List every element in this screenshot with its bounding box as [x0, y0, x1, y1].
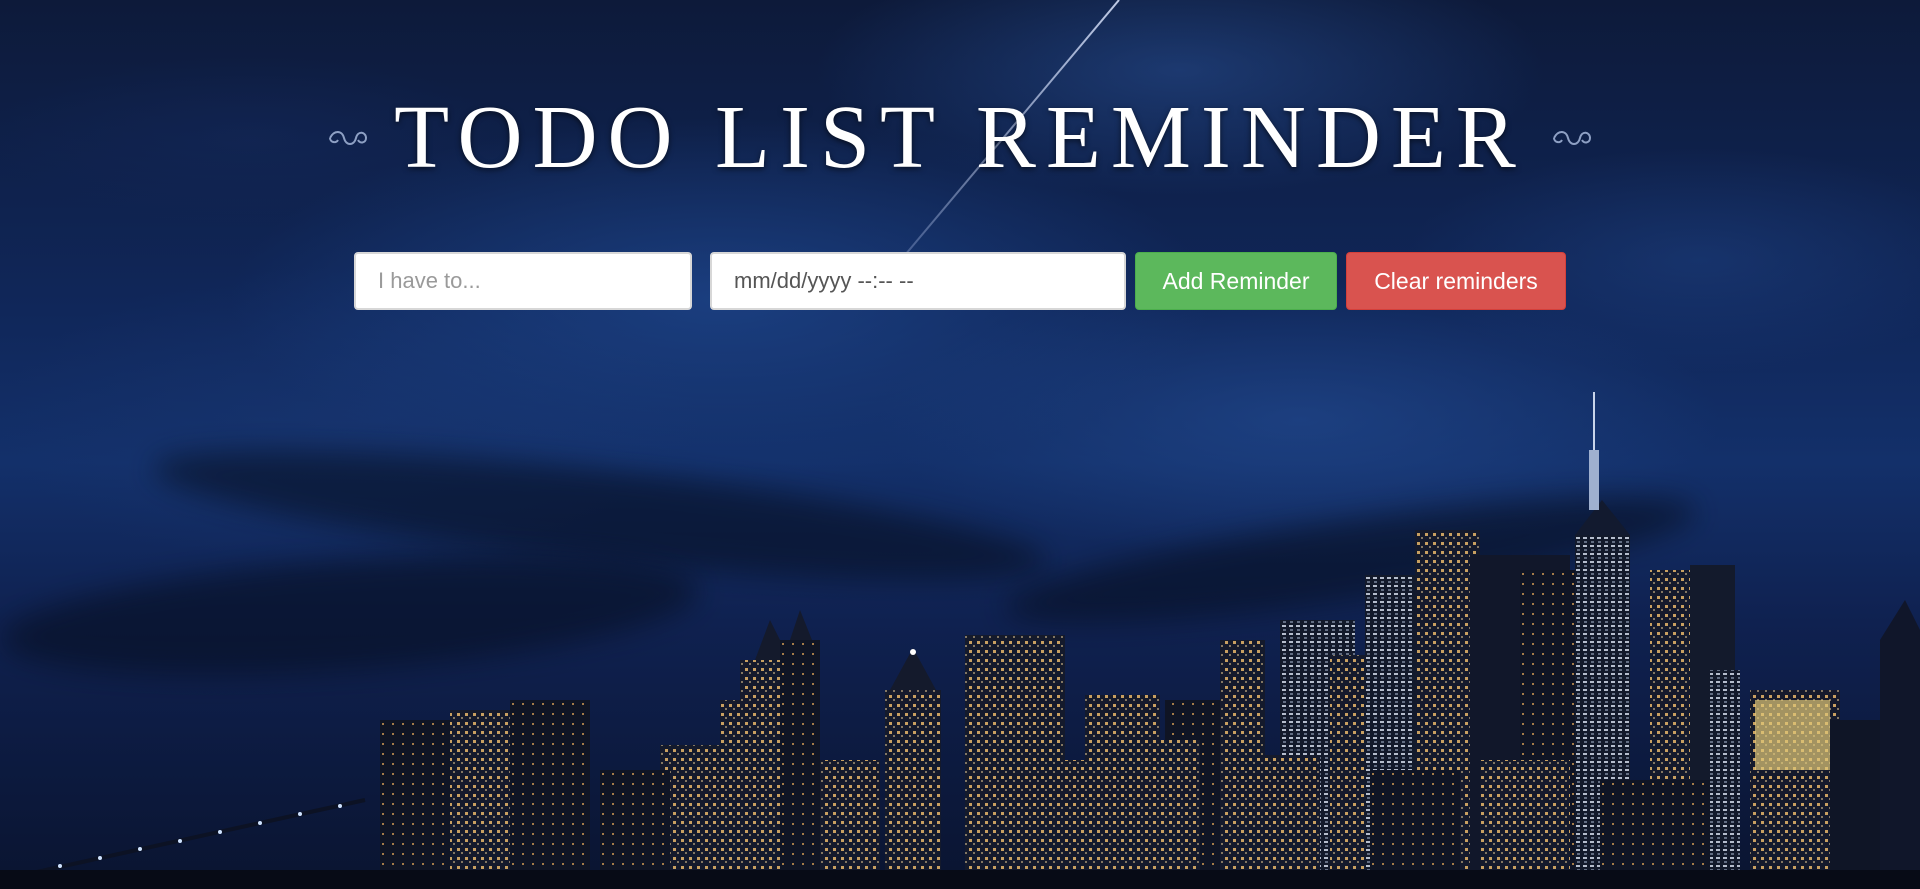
- datetime-placeholder: mm/dd/yyyy --:-- --: [734, 268, 914, 293]
- reminder-form: mm/dd/yyyy --:-- -- Add Reminder Clear r…: [354, 252, 1566, 310]
- title-wrap: TODO LIST REMINDER: [326, 86, 1594, 189]
- right-flourish-icon: [1552, 130, 1591, 145]
- left-flourish-icon: [329, 130, 368, 145]
- task-input[interactable]: [354, 252, 692, 310]
- clear-reminders-button[interactable]: Clear reminders: [1346, 252, 1566, 310]
- datetime-input[interactable]: mm/dd/yyyy --:-- --: [710, 252, 1126, 310]
- add-reminder-button[interactable]: Add Reminder: [1135, 252, 1337, 310]
- page-title: TODO LIST REMINDER: [394, 88, 1526, 187]
- header: TODO LIST REMINDER: [0, 86, 1920, 189]
